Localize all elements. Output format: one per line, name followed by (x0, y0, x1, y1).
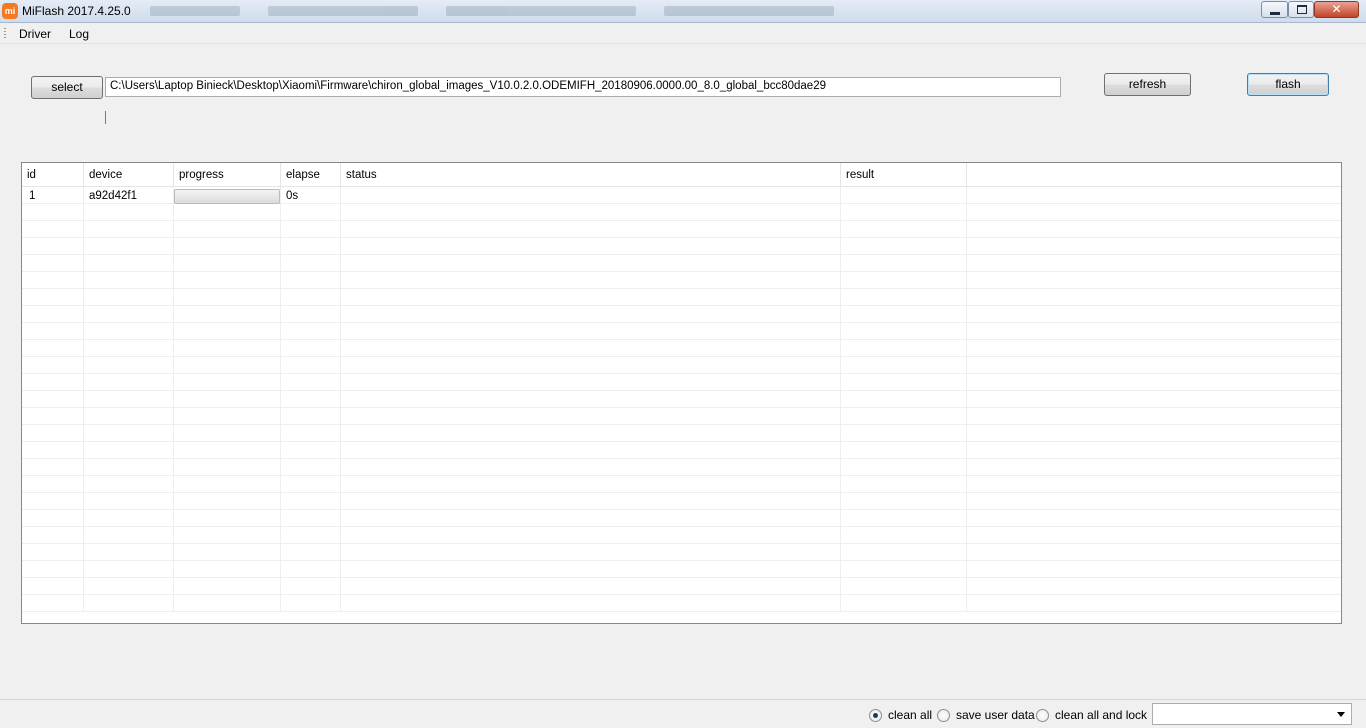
window-title: MiFlash 2017.4.25.0 (22, 4, 131, 18)
cell-device: a92d42f1 (89, 190, 137, 202)
column-header-result[interactable]: result (841, 163, 967, 187)
menu-bar: Driver Log (0, 24, 1366, 44)
close-button[interactable]: ✕ (1314, 1, 1359, 18)
chevron-down-icon (1337, 712, 1345, 717)
minimize-button[interactable] (1261, 1, 1288, 18)
column-divider (83, 187, 84, 611)
column-divider (840, 187, 841, 611)
title-bar: mi MiFlash 2017.4.25.0 ✕ (0, 0, 1366, 23)
column-header-status[interactable]: status (341, 163, 841, 187)
menu-log[interactable]: Log (69, 27, 89, 41)
select-button[interactable]: select (31, 76, 103, 99)
text-caret (105, 111, 106, 124)
cell-id: 1 (29, 190, 36, 202)
column-divider (340, 187, 341, 611)
miflash-logo-icon: mi (2, 3, 18, 19)
background-taskbar-ghost (150, 4, 1000, 18)
grid-header: id device progress elapse status result (22, 163, 1341, 187)
radio-clean-all-and-lock[interactable] (1036, 709, 1049, 722)
column-divider (280, 187, 281, 611)
radio-clean-all[interactable] (869, 709, 882, 722)
device-grid[interactable]: id device progress elapse status result … (21, 162, 1342, 624)
column-header-device[interactable]: device (84, 163, 174, 187)
radio-label-save-user-data[interactable]: save user data (956, 708, 1035, 722)
flash-button[interactable]: flash (1247, 73, 1329, 96)
radio-save-user-data[interactable] (937, 709, 950, 722)
cell-elapse: 0s (286, 190, 299, 202)
radio-label-clean-all[interactable]: clean all (888, 708, 932, 722)
grid-body (22, 187, 1341, 623)
radio-label-clean-all-and-lock[interactable]: clean all and lock (1055, 708, 1147, 722)
progress-bar (174, 189, 280, 204)
column-divider (966, 187, 967, 611)
maximize-button[interactable] (1288, 1, 1314, 18)
firmware-path-field[interactable]: C:\Users\Laptop Binieck\Desktop\Xiaomi\F… (105, 77, 1061, 97)
column-header-elapse[interactable]: elapse (281, 163, 341, 187)
column-header-id[interactable]: id (22, 163, 84, 187)
column-header-progress[interactable]: progress (174, 163, 281, 187)
close-icon: ✕ (1331, 2, 1342, 16)
mode-dropdown[interactable] (1152, 703, 1352, 725)
maximize-icon (1297, 5, 1307, 14)
column-divider (173, 187, 174, 611)
menu-driver[interactable]: Driver (19, 27, 51, 41)
refresh-button[interactable]: refresh (1104, 73, 1191, 96)
minimize-icon (1270, 12, 1280, 15)
menu-grip-icon (4, 28, 6, 40)
